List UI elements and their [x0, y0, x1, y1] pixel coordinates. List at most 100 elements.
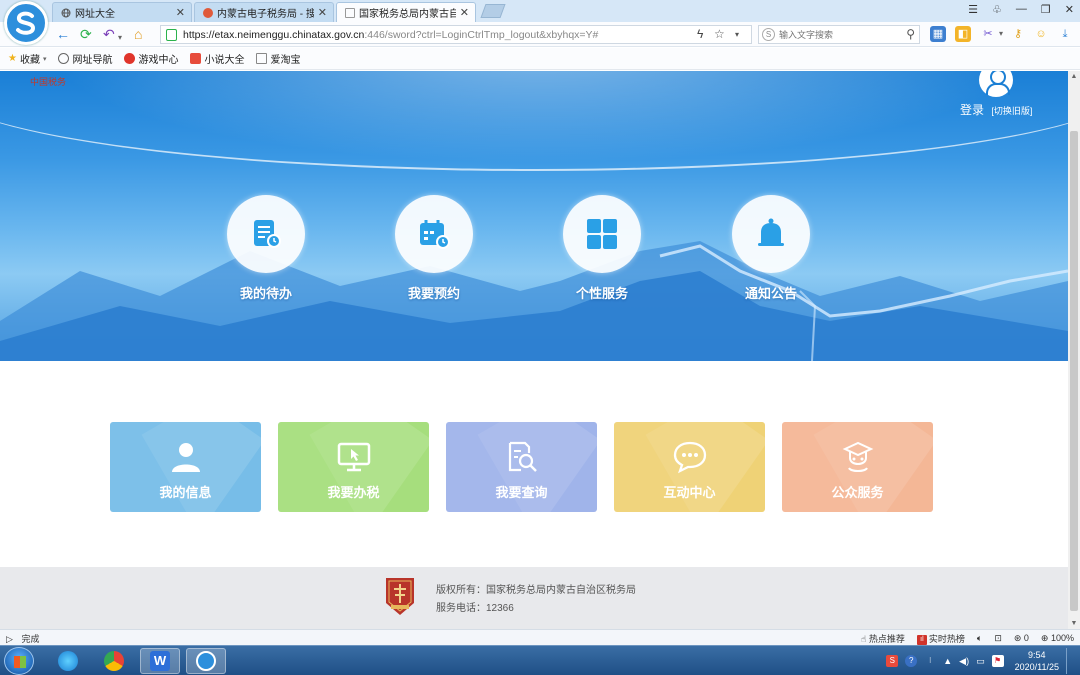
secure-shield-icon — [166, 29, 177, 41]
switch-old-version-link[interactable]: [切换旧版] — [991, 106, 1032, 116]
search-box[interactable]: S ⚲ — [758, 25, 920, 44]
nav-my-todo[interactable]: 我的待办 — [226, 195, 306, 302]
copyright-text: 版权所有：国家税务总局内蒙古自治区税务局 — [436, 585, 636, 596]
sogou-input-icon[interactable]: S — [886, 655, 899, 667]
close-icon[interactable]: ✕ — [176, 6, 185, 19]
undo-close-button[interactable]: ↶ — [103, 26, 115, 42]
volume-icon[interactable]: ◀) — [959, 656, 969, 667]
todo-list-icon — [254, 220, 281, 248]
download-icon[interactable]: ⤓ — [1057, 26, 1073, 42]
card-public-service[interactable]: 公众服务 — [782, 422, 933, 512]
notice-circle[interactable] — [732, 195, 810, 273]
url-field[interactable]: https://etax.neimenggu.chinatax.gov.cn:4… — [160, 25, 752, 44]
search-icon[interactable]: ⚲ — [906, 27, 915, 41]
lock-icon[interactable]: ⊡ — [994, 633, 1002, 644]
card-query[interactable]: 我要查询 — [446, 422, 597, 512]
bookmark-taobao[interactable]: 爱淘宝 — [256, 51, 300, 66]
lightning-icon[interactable]: ϟ — [697, 27, 703, 41]
service-icon — [842, 441, 873, 472]
page-icon — [256, 53, 268, 64]
start-button[interactable] — [4, 647, 34, 675]
key-icon[interactable]: ⚷ — [1010, 26, 1026, 42]
maximize-button[interactable]: ❐ — [1041, 3, 1051, 16]
page-icon — [345, 7, 355, 18]
taskbar-app-sogou-browser[interactable] — [186, 648, 226, 674]
vertical-scrollbar[interactable]: ▲ ▼ — [1068, 71, 1080, 629]
hot-recommend[interactable]: ☝ 热点推荐 — [861, 632, 905, 645]
card-label: 互动中心 — [663, 485, 716, 500]
star-icon: ★ — [8, 53, 17, 64]
chevron-down-icon: ▾ — [42, 55, 47, 63]
scroll-up-arrow[interactable]: ▲ — [1070, 73, 1078, 80]
smiley-icon[interactable]: ☺ — [1033, 26, 1049, 42]
bookmark-novels[interactable]: 小说大全 — [190, 51, 244, 66]
close-icon[interactable]: ✕ — [460, 6, 469, 19]
toolbox-icon[interactable]: ▦ — [930, 26, 946, 42]
tab-nav-sites[interactable]: 网址大全 ✕ — [52, 2, 192, 22]
bookmark-favorites[interactable]: ★ 收藏 ▾ — [8, 51, 46, 66]
scrollbar-thumb[interactable] — [1070, 131, 1078, 611]
refresh-button[interactable]: ⟳ — [80, 26, 92, 42]
wps-writer-icon: W — [150, 651, 170, 671]
qq-browser-icon — [58, 651, 78, 671]
book-icon — [190, 53, 202, 64]
nav-appointment[interactable]: 我要预约 — [394, 195, 474, 302]
help-icon[interactable]: ? — [905, 655, 918, 667]
url-host: https://etax.neimenggu.chinatax.gov.cn — [183, 28, 365, 41]
clock[interactable]: 9:54 2020/11/25 — [1015, 649, 1059, 673]
site-logo[interactable]: 中国税务 — [30, 75, 66, 88]
globe-icon — [58, 53, 70, 64]
card-interaction[interactable]: 互动中心 — [614, 422, 765, 512]
search-input[interactable] — [779, 26, 909, 43]
scroll-down-arrow[interactable]: ▼ — [1070, 620, 1078, 627]
menu-icon[interactable]: ☰ — [968, 3, 978, 16]
chrome-icon — [104, 651, 124, 671]
ad-block-counter[interactable]: ⊛ 0 — [1014, 633, 1029, 644]
skin-icon[interactable]: ♧ — [992, 3, 1002, 16]
tab-sogou-search[interactable]: 内蒙古电子税务局 - 搜狗 ✕ — [194, 2, 334, 22]
flag-alert-icon[interactable]: ⚑ — [991, 655, 1004, 667]
chart-icon: ıl — [916, 634, 927, 645]
bookmark-nav[interactable]: 网址导航 — [58, 51, 112, 66]
star-icon[interactable]: ☆ — [714, 27, 725, 41]
appointment-circle[interactable] — [395, 195, 473, 273]
personal-service-circle[interactable] — [563, 195, 641, 273]
close-icon[interactable]: ✕ — [318, 6, 327, 19]
translate-icon[interactable]: ◧ — [955, 26, 971, 42]
nav-notice[interactable]: 通知公告 — [731, 195, 811, 302]
show-desktop-button[interactable] — [1066, 648, 1076, 674]
card-tax-filing[interactable]: 我要办税 — [278, 422, 429, 512]
chevron-down-icon[interactable]: ▾ — [735, 30, 739, 39]
tab-etax-active[interactable]: 国家税务总局内蒙古自治 ✕ — [336, 2, 476, 22]
sidebar-toggle-icon[interactable]: ▷ — [6, 634, 13, 644]
taskbar-app-qq-browser[interactable] — [48, 648, 88, 674]
speaker-icon[interactable]: 🔈︎ — [977, 633, 982, 644]
home-button[interactable]: ⌂ — [134, 26, 142, 42]
zoom-control[interactable]: ⊕ 100% — [1041, 633, 1074, 644]
nav-personal-service[interactable]: 个性服务 — [562, 195, 642, 302]
network-icon[interactable]: ▭ — [976, 656, 985, 667]
tab-title: 国家税务总局内蒙古自治 — [359, 9, 456, 20]
browser-tab-bar: 网址大全 ✕ 内蒙古电子税务局 - 搜狗 ✕ 国家税务总局内蒙古自治 ✕ ☰ ♧… — [0, 0, 1080, 45]
tax-emblem-logo — [386, 578, 414, 615]
bookmark-games[interactable]: 游戏中心 — [124, 51, 178, 66]
tray-settings-icon[interactable]: ⁝ — [924, 655, 936, 667]
todo-circle[interactable] — [227, 195, 305, 273]
new-tab-button[interactable] — [480, 4, 506, 18]
chevron-down-icon[interactable]: ▾ — [993, 26, 1009, 42]
close-window-button[interactable]: ✕ — [1065, 3, 1074, 16]
taskbar-app-wps[interactable]: W — [140, 648, 180, 674]
service-phone-text: 服务电话：12366 — [436, 603, 514, 614]
card-label: 我的信息 — [159, 485, 212, 500]
back-button[interactable]: ← — [56, 26, 70, 42]
minimize-button[interactable]: — — [1016, 3, 1027, 16]
chevron-down-icon[interactable]: ▾ — [118, 30, 122, 46]
taskbar-app-chrome[interactable] — [94, 648, 134, 674]
sogou-browser-logo[interactable] — [4, 1, 48, 45]
live-hot-list[interactable]: ıl 实时热榜 — [916, 632, 965, 645]
tray-expand-icon[interactable]: ▲ — [943, 656, 952, 666]
card-label: 公众服务 — [831, 485, 884, 500]
login-link[interactable]: 登录 — [960, 101, 984, 118]
user-avatar-icon[interactable] — [979, 71, 1014, 97]
card-my-info[interactable]: 我的信息 — [110, 422, 261, 512]
